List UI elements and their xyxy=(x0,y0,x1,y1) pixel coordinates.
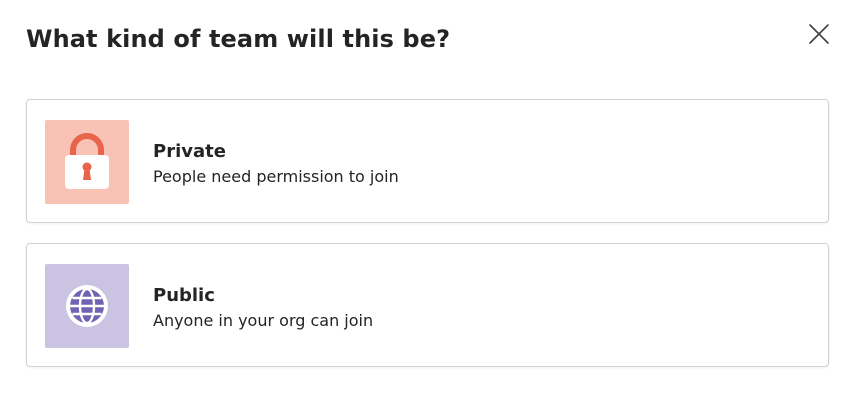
lock-icon xyxy=(65,133,109,189)
globe-icon xyxy=(66,285,108,327)
option-private-card[interactable]: Private People need permission to join xyxy=(26,99,829,223)
option-private-description: People need permission to join xyxy=(153,167,399,186)
dialog-title: What kind of team will this be? xyxy=(26,25,451,53)
private-icon-tile xyxy=(45,120,129,204)
option-public-title: Public xyxy=(153,285,215,306)
option-private-title: Private xyxy=(153,141,226,162)
option-public-description: Anyone in your org can join xyxy=(153,311,374,330)
close-icon xyxy=(809,24,829,44)
option-public-card[interactable]: Public Anyone in your org can join xyxy=(26,243,829,367)
public-icon-tile xyxy=(45,264,129,348)
close-button[interactable] xyxy=(803,18,835,50)
team-type-dialog: What kind of team will this be? Private … xyxy=(0,0,862,403)
